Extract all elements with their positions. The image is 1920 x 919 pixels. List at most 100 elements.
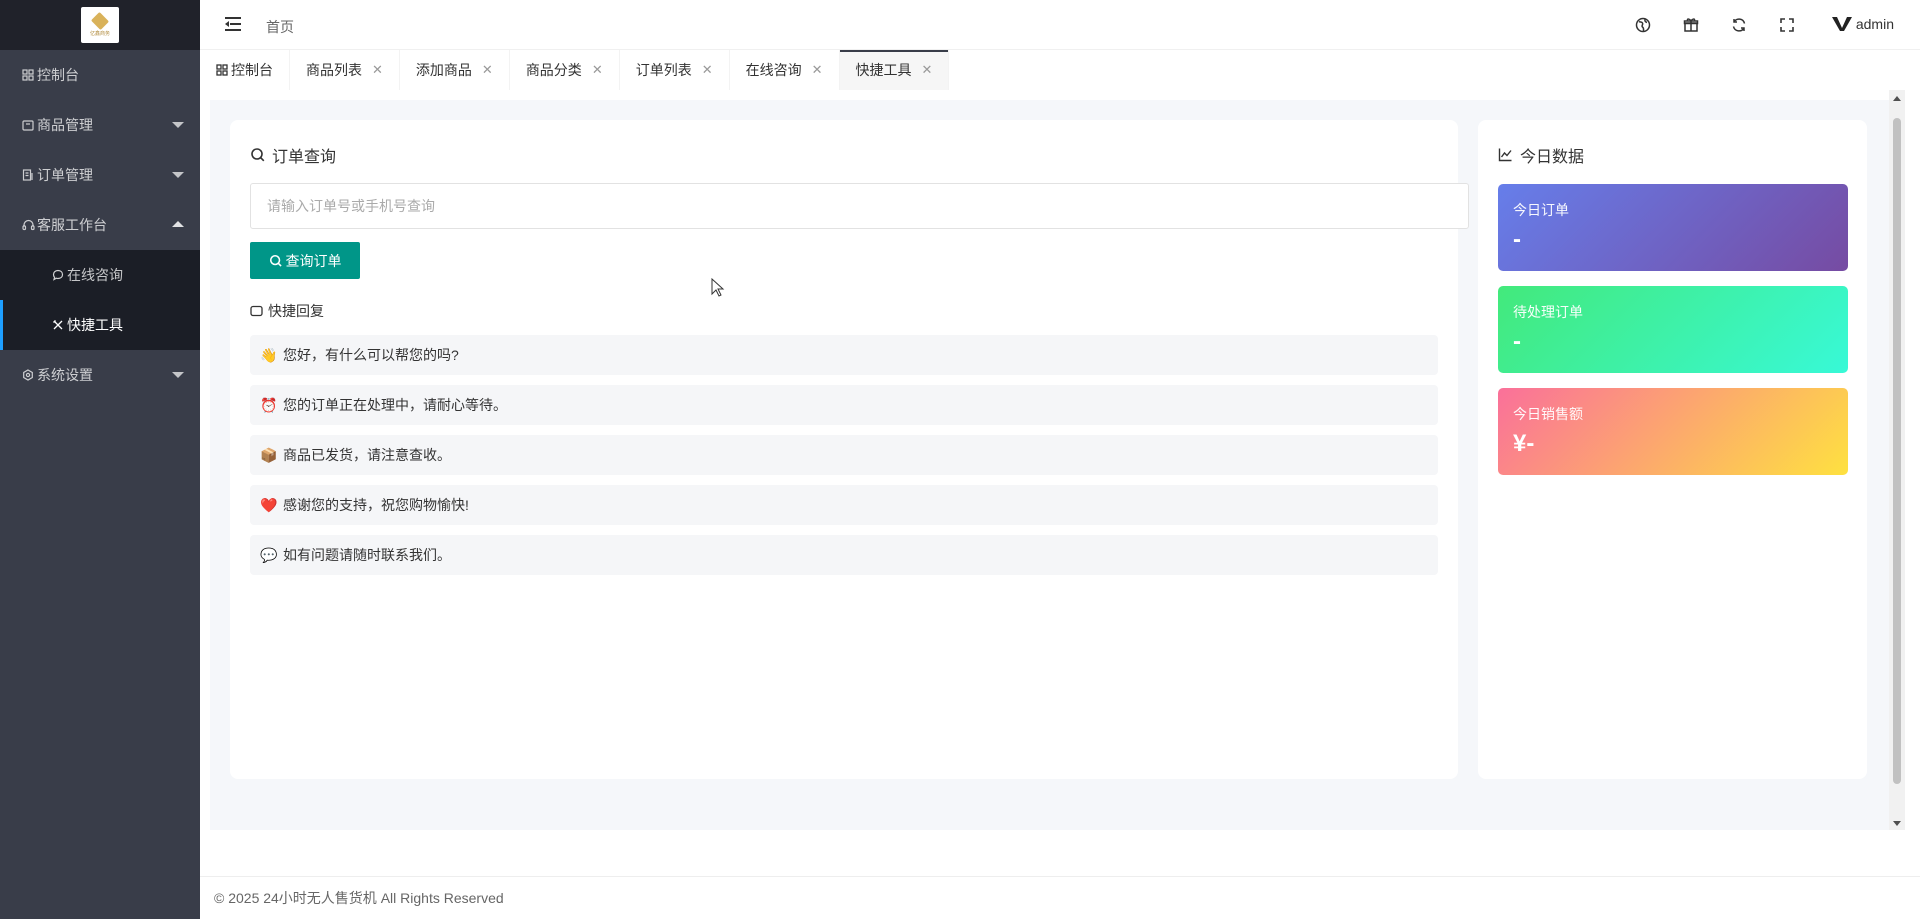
quick-reply-text: 您好，有什么可以帮您的吗? <box>283 347 459 363</box>
chevron-down-icon <box>172 372 184 378</box>
sidebar-item-label: 快捷工具 <box>67 317 123 333</box>
gear-icon <box>21 368 35 382</box>
scroll-up-arrow-icon[interactable] <box>1893 96 1901 101</box>
sidebar-item-label: 订单管理 <box>37 167 93 183</box>
alarm-clock-icon: ⏰ <box>260 396 278 413</box>
tab-label: 在线咨询 <box>745 62 802 78</box>
today-data-title: 今日数据 <box>1498 143 1584 167</box>
scroll-down-arrow-icon[interactable] <box>1893 821 1901 826</box>
close-icon[interactable]: ✕ <box>922 62 933 78</box>
sidebar-item-label: 客服工作台 <box>37 217 107 233</box>
wave-icon: 👋 <box>260 346 278 363</box>
sidebar-item-label: 控制台 <box>37 67 79 83</box>
gift-icon[interactable] <box>1682 16 1700 34</box>
quick-reply-text: 感谢您的支持，祝您购物愉快! <box>283 497 469 513</box>
user-menu[interactable]: admin <box>1831 16 1894 32</box>
fullscreen-icon[interactable] <box>1778 16 1796 34</box>
quick-reply-item[interactable]: 💬 如有问题请随时联系我们。 <box>250 535 1438 575</box>
sidebar-item-products[interactable]: 商品管理 <box>0 100 200 150</box>
quick-reply-text: 如有问题请随时联系我们。 <box>283 547 451 563</box>
stat-label: 待处理订单 <box>1513 304 1583 320</box>
dashboard-icon <box>21 68 35 82</box>
sidebar-item-service[interactable]: 客服工作台 <box>0 200 200 250</box>
mouse-cursor-icon <box>711 278 725 297</box>
stat-value: - <box>1513 328 1521 355</box>
stat-value: ¥- <box>1513 430 1535 457</box>
close-icon[interactable]: ✕ <box>812 62 823 78</box>
chat-bubble-icon <box>51 268 65 282</box>
tab-product-category[interactable]: 商品分类 ✕ <box>510 50 620 90</box>
heart-icon: ❤️ <box>260 496 278 513</box>
sidebar-item-online-consult[interactable]: 在线咨询 <box>0 250 200 300</box>
chevron-down-icon <box>172 122 184 128</box>
tab-label: 商品列表 <box>306 62 362 78</box>
tab-product-list[interactable]: 商品列表 ✕ <box>290 50 400 90</box>
vertical-scrollbar[interactable] <box>1889 90 1905 830</box>
sidebar-item-settings[interactable]: 系统设置 <box>0 350 200 400</box>
sidebar-submenu: 在线咨询 快捷工具 <box>0 250 200 350</box>
avatar <box>1831 17 1852 31</box>
close-icon[interactable]: ✕ <box>592 62 603 78</box>
order-icon <box>21 168 35 182</box>
tab-quick-tools[interactable]: 快捷工具 ✕ <box>839 50 950 90</box>
stat-label: 今日销售额 <box>1513 406 1583 422</box>
tab-bar: 控制台 商品列表 ✕ 添加商品 ✕ 商品分类 ✕ 订单列表 ✕ 在线咨询 ✕ 快捷工具 ✕ <box>200 50 1920 90</box>
globe-icon[interactable] <box>1634 16 1652 34</box>
order-query-title: 订单查询 <box>250 143 336 167</box>
tools-icon <box>51 318 65 332</box>
tab-online-consult[interactable]: 在线咨询 ✕ <box>730 50 840 90</box>
order-search-input[interactable] <box>250 183 1469 229</box>
sidebar-item-dashboard[interactable]: 控制台 <box>0 50 200 100</box>
quick-reply-item[interactable]: ❤️ 感谢您的支持，祝您购物愉快! <box>250 485 1438 525</box>
refresh-icon[interactable] <box>1730 16 1748 34</box>
chat-bubble-icon <box>250 305 263 318</box>
tab-label: 快捷工具 <box>855 62 912 78</box>
scrollbar-thumb[interactable] <box>1893 118 1901 784</box>
stat-value: - <box>1513 226 1521 253</box>
close-icon[interactable]: ✕ <box>372 62 383 78</box>
menu-toggle-icon[interactable] <box>225 17 241 31</box>
close-icon[interactable]: ✕ <box>482 62 493 78</box>
quick-reply-text: 您的订单正在处理中，请耐心等待。 <box>283 397 507 413</box>
package-icon: 📦 <box>260 446 278 463</box>
stat-label: 今日订单 <box>1513 202 1569 218</box>
sidebar-item-label: 商品管理 <box>37 117 93 133</box>
stat-today-sales: 今日销售额 ¥- <box>1498 388 1848 475</box>
sidebar: 亿鑫商务 控制台 商品管理 订单管理 客服工作台 在线咨询 快捷工具 系统设置 <box>0 0 200 919</box>
footer-copyright: © 2025 24小时无人售货机 All Rights Reserved <box>214 890 504 906</box>
sidebar-item-quick-tools[interactable]: 快捷工具 <box>0 300 200 350</box>
quick-reply-item[interactable]: ⏰ 您的订单正在处理中，请耐心等待。 <box>250 385 1438 425</box>
logo: 亿鑫商务 <box>81 7 119 43</box>
speech-bubble-icon: 💬 <box>260 546 278 563</box>
username: admin <box>1855 16 1894 32</box>
footer: © 2025 24小时无人售货机 All Rights Reserved <box>200 876 1920 919</box>
main-content: 订单查询 查询订单 快捷回复 👋 您好，有什么可以帮您的吗? ⏰ 您的订单正在处… <box>210 100 1889 830</box>
stat-pending-orders: 待处理订单 - <box>1498 286 1848 373</box>
tab-add-product[interactable]: 添加商品 ✕ <box>400 50 510 90</box>
order-query-card: 订单查询 查询订单 快捷回复 👋 您好，有什么可以帮您的吗? ⏰ 您的订单正在处… <box>230 120 1469 779</box>
chevron-down-icon <box>172 172 184 178</box>
headset-icon <box>21 218 35 232</box>
search-icon <box>269 254 283 268</box>
search-icon <box>250 147 266 163</box>
chevron-up-icon <box>172 221 184 227</box>
tab-dashboard[interactable]: 控制台 <box>200 50 290 90</box>
tab-order-list[interactable]: 订单列表 ✕ <box>620 50 730 90</box>
breadcrumb[interactable]: 首页 <box>266 17 294 37</box>
query-order-button[interactable]: 查询订单 <box>250 242 360 279</box>
sidebar-item-label: 在线咨询 <box>67 267 123 283</box>
quick-reply-title-text: 快捷回复 <box>268 303 324 319</box>
quick-reply-item[interactable]: 👋 您好，有什么可以帮您的吗? <box>250 335 1438 375</box>
tab-label: 商品分类 <box>525 62 582 78</box>
query-order-button-label: 查询订单 <box>285 252 342 269</box>
quick-reply-item[interactable]: 📦 商品已发货，请注意查收。 <box>250 435 1438 475</box>
close-icon[interactable]: ✕ <box>702 62 713 78</box>
stat-today-orders: 今日订单 - <box>1498 184 1848 271</box>
tab-label: 订单列表 <box>635 62 692 78</box>
dashboard-icon <box>216 64 228 76</box>
today-data-title-text: 今日数据 <box>1520 149 1585 166</box>
sidebar-item-label: 系统设置 <box>37 367 93 383</box>
top-header: 首页 admin <box>200 0 1920 50</box>
quick-reply-title: 快捷回复 <box>250 301 324 321</box>
sidebar-item-orders[interactable]: 订单管理 <box>0 150 200 200</box>
